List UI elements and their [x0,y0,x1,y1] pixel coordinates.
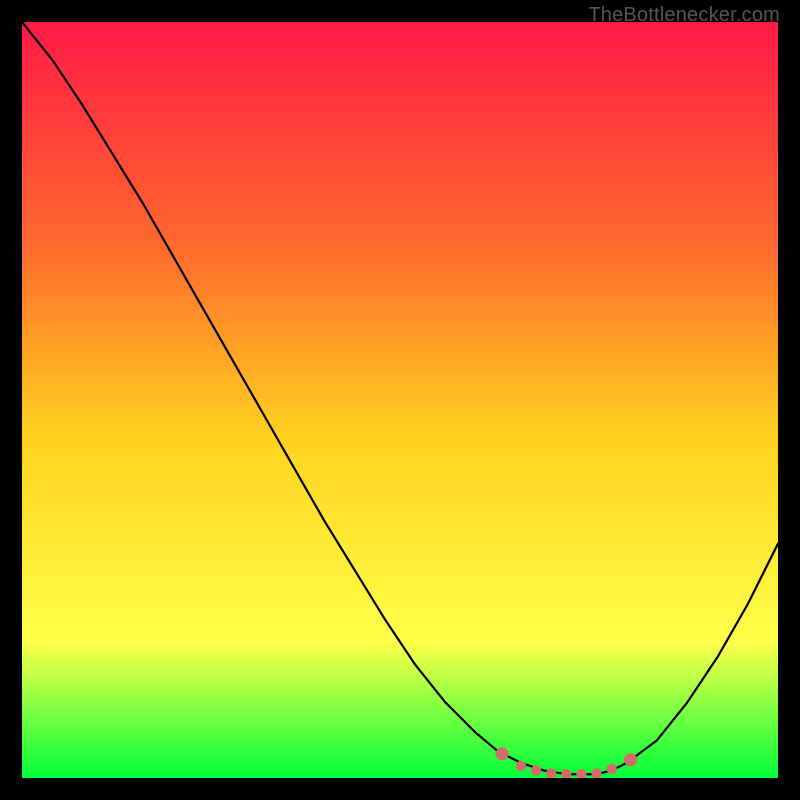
plot-area [22,22,778,778]
curve-marker [496,747,509,760]
curve-marker [516,761,526,771]
chart-svg [22,22,778,778]
curve-marker [606,764,616,774]
curve-marker [624,753,637,766]
chart-canvas: TheBottlenecker.com [0,0,800,800]
watermark-text: TheBottlenecker.com [588,4,780,27]
curve-marker [531,765,541,775]
gradient-background [22,22,778,778]
